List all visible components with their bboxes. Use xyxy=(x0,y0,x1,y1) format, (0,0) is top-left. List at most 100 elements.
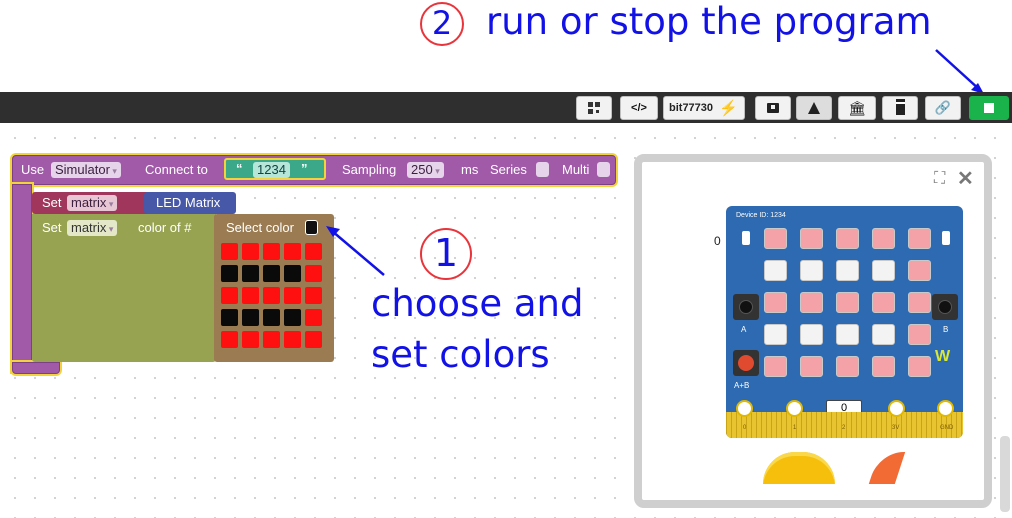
link-icon: 🔗 xyxy=(934,100,952,115)
set-var-dropdown-1[interactable]: matrix xyxy=(67,195,118,211)
board-led-1-1[interactable] xyxy=(800,260,823,281)
board-led-3-3[interactable] xyxy=(872,324,895,345)
color-cell-1-3[interactable] xyxy=(284,265,301,282)
pin-0[interactable] xyxy=(736,400,753,417)
board-led-3-1[interactable] xyxy=(800,324,823,345)
board-led-3-2[interactable] xyxy=(836,324,859,345)
board-led-4-0[interactable] xyxy=(764,356,787,377)
color-cell-3-1[interactable] xyxy=(242,309,259,326)
pin-label-2: 2 xyxy=(842,425,846,431)
board-led-0-2[interactable] xyxy=(836,228,859,249)
board-led-4-4[interactable] xyxy=(908,356,931,377)
use-label: Use xyxy=(21,162,45,177)
color-cell-1-0[interactable] xyxy=(221,265,238,282)
board-led-3-4[interactable] xyxy=(908,324,931,345)
set-label-2: Set xyxy=(42,220,62,235)
button-b[interactable] xyxy=(932,294,958,320)
save-button[interactable] xyxy=(755,96,791,120)
set-var-dropdown-2[interactable]: matrix xyxy=(67,220,118,236)
step-1-caption-line1: choose and xyxy=(371,282,584,325)
panel-scrollbar[interactable] xyxy=(1000,436,1010,512)
color-cell-4-2[interactable] xyxy=(263,331,280,348)
board-led-0-1[interactable] xyxy=(800,228,823,249)
board-led-3-0[interactable] xyxy=(764,324,787,345)
device-id-value: bit77730 xyxy=(669,102,714,114)
sampling-dropdown[interactable]: 250 xyxy=(407,162,444,178)
color-grid xyxy=(221,243,322,348)
board-led-1-0[interactable] xyxy=(764,260,787,281)
color-cell-2-4[interactable] xyxy=(305,287,322,304)
use-dropdown[interactable]: Simulator xyxy=(51,162,121,178)
board-led-2-1[interactable] xyxy=(800,292,823,313)
pin-1[interactable] xyxy=(786,400,803,417)
color-cell-3-2[interactable] xyxy=(263,309,280,326)
board-led-2-2[interactable] xyxy=(836,292,859,313)
color-swatch-black[interactable] xyxy=(305,220,318,235)
board-led-1-3[interactable] xyxy=(872,260,895,281)
trash-button[interactable] xyxy=(882,96,918,120)
pin-gnd[interactable] xyxy=(937,400,954,417)
color-cell-2-0[interactable] xyxy=(221,287,238,304)
qr-code-icon xyxy=(588,102,600,114)
color-cell-2-2[interactable] xyxy=(263,287,280,304)
button-ab-label: A+B xyxy=(734,381,750,390)
color-cell-1-1[interactable] xyxy=(242,265,259,282)
fullscreen-icon[interactable]: ⛶ xyxy=(934,170,945,188)
board-led-0-3[interactable] xyxy=(872,228,895,249)
use-block-footer xyxy=(12,362,60,374)
close-icon[interactable]: ✕ xyxy=(957,166,974,191)
color-cell-1-2[interactable] xyxy=(263,265,280,282)
color-cell-3-0[interactable] xyxy=(221,309,238,326)
color-cell-3-4[interactable] xyxy=(305,309,322,326)
lightning-icon: ⚡ xyxy=(719,100,738,117)
board-led-1-2[interactable] xyxy=(836,260,859,281)
color-cell-0-2[interactable] xyxy=(263,243,280,260)
color-cell-2-3[interactable] xyxy=(284,287,301,304)
wm-logo: W xyxy=(935,348,951,365)
board-led-4-2[interactable] xyxy=(836,356,859,377)
color-cell-4-0[interactable] xyxy=(221,331,238,348)
color-cell-3-3[interactable] xyxy=(284,309,301,326)
run-stop-button[interactable] xyxy=(969,96,1009,120)
lab-button[interactable] xyxy=(796,96,832,120)
qr-code-button[interactable] xyxy=(576,96,612,120)
board-led-2-3[interactable] xyxy=(872,292,895,313)
board-led-4-1[interactable] xyxy=(800,356,823,377)
button-ab[interactable] xyxy=(733,350,759,376)
board-left-indicator xyxy=(742,231,750,245)
color-cell-0-0[interactable] xyxy=(221,243,238,260)
color-cell-4-3[interactable] xyxy=(284,331,301,348)
color-cell-4-1[interactable] xyxy=(242,331,259,348)
board-led-0-4[interactable] xyxy=(908,228,931,249)
color-cell-0-3[interactable] xyxy=(284,243,301,260)
series-checkbox[interactable] xyxy=(536,162,549,177)
button-a[interactable] xyxy=(733,294,759,320)
step-1-arrow xyxy=(326,226,385,276)
board-led-4-3[interactable] xyxy=(872,356,895,377)
code-view-button[interactable]: </> xyxy=(620,96,658,120)
step-1-caption-line2: set colors xyxy=(371,333,550,376)
board-led-0-0[interactable] xyxy=(764,228,787,249)
pin-3v[interactable] xyxy=(888,400,905,417)
color-cell-0-1[interactable] xyxy=(242,243,259,260)
left-value: 0 xyxy=(714,234,721,248)
board-right-indicator xyxy=(942,231,950,245)
device-id-field[interactable]: bit77730 ⚡ xyxy=(663,96,745,120)
connect-value[interactable]: 1234 xyxy=(253,162,290,178)
library-button[interactable]: 🏛 xyxy=(838,96,876,120)
sampling-label: Sampling xyxy=(342,162,397,177)
download-box-icon xyxy=(767,103,779,113)
multi-checkbox[interactable] xyxy=(597,162,610,177)
link-button[interactable]: 🔗 xyxy=(925,96,961,120)
connect-label: Connect to xyxy=(145,162,208,177)
board-led-1-4[interactable] xyxy=(908,260,931,281)
set-color-block[interactable] xyxy=(32,214,216,362)
color-cell-2-1[interactable] xyxy=(242,287,259,304)
select-color-label: Select color xyxy=(226,220,294,235)
stop-square-icon xyxy=(984,103,994,113)
step-2-arrow xyxy=(935,49,984,94)
board-led-2-4[interactable] xyxy=(908,292,931,313)
pin-label-0: 0 xyxy=(743,425,747,431)
color-cell-4-4[interactable] xyxy=(305,331,322,348)
board-led-2-0[interactable] xyxy=(764,292,787,313)
